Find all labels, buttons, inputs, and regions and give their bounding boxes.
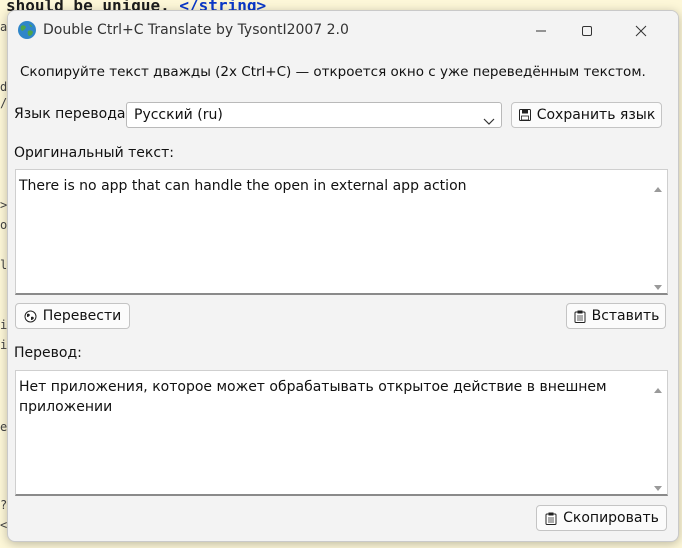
paste-label: Вставить (591, 308, 660, 324)
scroll-down-icon[interactable] (653, 478, 663, 491)
scroll-down-icon[interactable] (653, 277, 663, 290)
floppy-disk-icon (518, 108, 532, 122)
maximize-button[interactable] (564, 11, 610, 51)
original-text-label: Оригинальный текст: (14, 145, 174, 161)
minimize-icon (536, 30, 546, 32)
close-button[interactable] (618, 11, 664, 51)
save-language-label: Сохранить язык (536, 107, 656, 123)
translate-label: Перевести (42, 308, 122, 324)
clipboard-icon (544, 511, 558, 525)
translation-text: Нет приложения, которое может обрабатыва… (19, 379, 607, 415)
copy-label: Скопировать (563, 510, 659, 526)
minimize-button[interactable] (518, 11, 564, 51)
maximize-icon (582, 26, 592, 36)
globe-icon (17, 20, 37, 40)
translator-window: Double Ctrl+C Translate by TysontI2007 2… (7, 10, 679, 542)
translation-label: Перевод: (14, 345, 82, 361)
paste-button[interactable]: Вставить (566, 303, 666, 329)
instruction-text: Скопируйте текст дважды (2x Ctrl+C) — от… (20, 64, 646, 80)
window-title: Double Ctrl+C Translate by TysontI2007 2… (43, 22, 349, 38)
original-text-area[interactable]: There is no app that can handle the open… (15, 169, 668, 295)
language-label: Язык перевода: (14, 106, 131, 122)
close-icon (635, 25, 647, 37)
language-select[interactable]: Русский (ru) (126, 102, 502, 128)
copy-button[interactable]: Скопировать (536, 505, 667, 531)
save-language-button[interactable]: Сохранить язык (511, 102, 662, 128)
translate-button[interactable]: Перевести (15, 303, 130, 329)
language-select-value: Русский (ru) (134, 107, 223, 123)
clipboard-icon (573, 309, 587, 323)
globe-small-icon (24, 309, 38, 323)
chevron-down-icon (483, 111, 495, 130)
scroll-up-icon[interactable] (653, 178, 663, 192)
original-text: There is no app that can handle the open… (19, 178, 467, 194)
title-bar[interactable]: Double Ctrl+C Translate by TysontI2007 2… (8, 11, 678, 51)
translation-text-area[interactable]: Нет приложения, которое может обрабатыва… (15, 370, 668, 496)
scroll-up-icon[interactable] (653, 379, 663, 393)
